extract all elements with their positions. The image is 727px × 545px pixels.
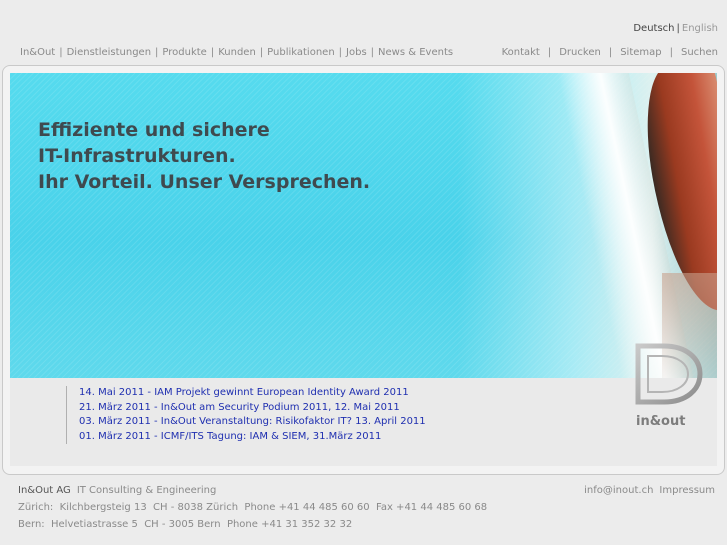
- lang-separator: |: [676, 23, 680, 34]
- news-panel: 14. Mai 2011 - IAM Projekt gewinnt Europ…: [10, 378, 717, 466]
- footer-links: info@inout.ch Impressum: [584, 482, 715, 499]
- util-drucken-link[interactable]: Drucken: [559, 47, 601, 58]
- nav-item-inout[interactable]: In&Out: [20, 47, 55, 58]
- footer-impressum-link[interactable]: Impressum: [659, 485, 715, 496]
- nav-separator: |: [59, 47, 63, 58]
- language-switch: Deutsch | English: [633, 23, 718, 34]
- nav-separator: |: [259, 47, 264, 58]
- nav-item-news-events[interactable]: News & Events: [378, 47, 453, 58]
- nav-item-produkte[interactable]: Produkte: [162, 47, 206, 58]
- nav-separator: |: [210, 47, 215, 58]
- nav-item-jobs[interactable]: Jobs: [346, 47, 367, 58]
- util-separator: |: [547, 47, 552, 58]
- hero-headline: Effiziente und sichere IT-Infrastrukture…: [38, 117, 370, 195]
- news-item-2[interactable]: 21. März 2011 - In&Out am Security Podiu…: [79, 402, 400, 413]
- news-list: 14. Mai 2011 - IAM Projekt gewinnt Europ…: [66, 386, 426, 444]
- footer-company-line: In&Out AG IT Consulting & Engineering: [18, 482, 487, 499]
- nav-separator: |: [370, 47, 375, 58]
- util-separator: |: [608, 47, 613, 58]
- nav-item-kunden[interactable]: Kunden: [218, 47, 256, 58]
- util-suchen-link[interactable]: Suchen: [681, 47, 718, 58]
- lang-deutsch-link[interactable]: Deutsch: [633, 23, 674, 34]
- footer-bern-address: Bern: Helvetiastrasse 5 CH - 3005 Bern P…: [18, 519, 353, 530]
- nav-item-dienstleistungen[interactable]: Dienstleistungen: [67, 47, 151, 58]
- headline-line-1: Effiziente und sichere: [38, 119, 270, 141]
- footer-tagline: IT Consulting & Engineering: [76, 485, 217, 496]
- news-item-1[interactable]: 14. Mai 2011 - IAM Projekt gewinnt Europ…: [79, 387, 409, 398]
- util-sitemap-link[interactable]: Sitemap: [620, 47, 661, 58]
- util-kontakt-link[interactable]: Kontakt: [502, 47, 540, 58]
- footer-zurich-address: Zürich: Kilchbergsteig 13 CH - 8038 Züri…: [18, 502, 488, 513]
- nav-item-publikationen[interactable]: Publikationen: [267, 47, 335, 58]
- headline-line-2: IT-Infrastrukturen.: [38, 145, 236, 167]
- main-navigation: In&Out | Dienstleistungen | Produkte | Kunden |…: [20, 47, 453, 58]
- news-item-4[interactable]: 01. März 2011 - ICMF/ITS Tagung: IAM & S…: [79, 431, 381, 442]
- news-item-3[interactable]: 03. März 2011 - In&Out Veranstaltung: Ri…: [79, 416, 426, 427]
- lang-english-link[interactable]: English: [682, 23, 718, 34]
- util-separator: |: [669, 47, 673, 58]
- utility-navigation: Kontakt | Drucken | Sitemap | Suchen: [502, 47, 718, 58]
- footer-address: In&Out AG IT Consulting & Engineering Zür…: [18, 482, 487, 533]
- footer-company: In&Out AG: [18, 485, 71, 496]
- nav-separator: |: [155, 47, 159, 58]
- nav-separator: |: [338, 47, 343, 58]
- logo-wordmark: in&out: [636, 414, 686, 429]
- headline-line-3: Ihr Vorteil. Unser Versprechen.: [38, 171, 371, 193]
- footer-email-link[interactable]: info@inout.ch: [584, 485, 653, 496]
